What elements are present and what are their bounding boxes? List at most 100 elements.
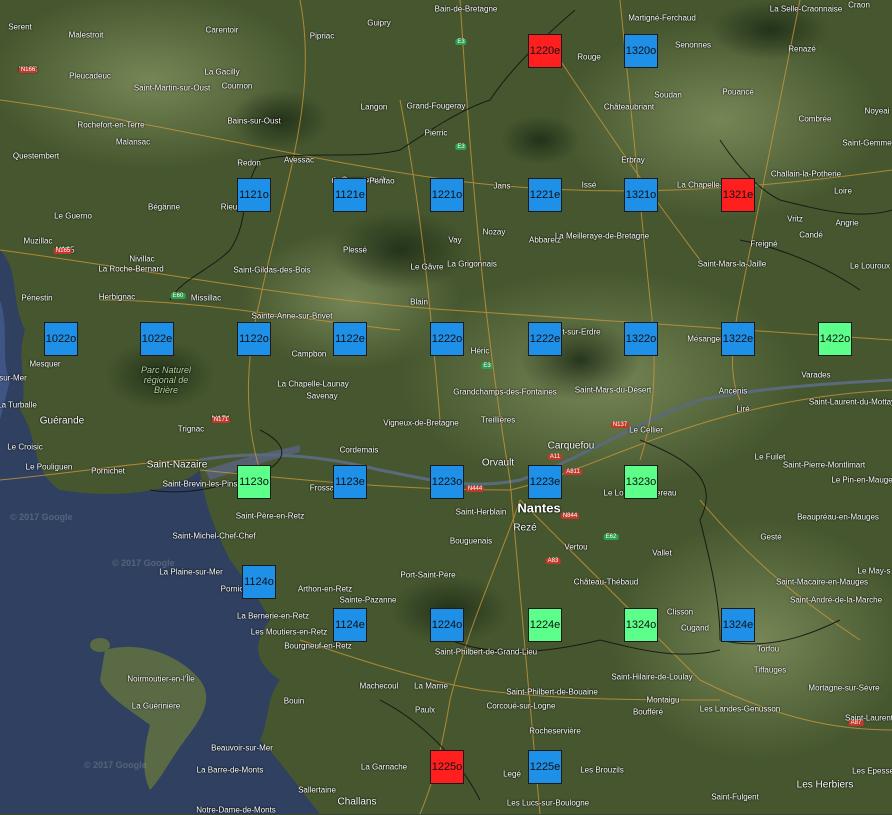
place-label: Vritz: [787, 214, 803, 224]
grid-marker-label: 1123e: [335, 476, 365, 488]
place-label: Treillières: [480, 415, 516, 425]
grid-marker-label: 1122e: [335, 333, 365, 345]
grid-marker-1022o[interactable]: 1022o: [44, 322, 78, 356]
place-label: Bégänne: [147, 202, 181, 212]
place-label: Carentoir: [205, 25, 239, 35]
grid-marker-1222o[interactable]: 1222o: [430, 322, 464, 356]
place-label: Saint-Hilaire-de-Loulay: [611, 672, 693, 682]
road-shield: A83: [545, 558, 561, 564]
grid-marker-1124e[interactable]: 1124e: [333, 608, 367, 642]
grid-marker-1225e[interactable]: 1225e: [528, 750, 562, 784]
place-label: Noyeai: [864, 106, 890, 116]
place-label: Nivillac: [129, 254, 155, 264]
grid-marker-1121e[interactable]: 1121e: [333, 178, 367, 212]
place-label: Sainte-Pazanne: [339, 595, 397, 605]
place-label: Le Louroux: [849, 261, 891, 271]
place-label: Questembert: [12, 151, 60, 161]
place-label: Bouguenais: [449, 536, 493, 546]
place-label: Rezé: [513, 522, 537, 534]
grid-marker-1321e[interactable]: 1321e: [721, 178, 755, 212]
grid-marker-1323o[interactable]: 1323o: [624, 465, 658, 499]
grid-marker-1121o[interactable]: 1121o: [237, 178, 271, 212]
place-label: Le May-s: [857, 566, 891, 576]
grid-marker-label: 1324o: [625, 619, 657, 631]
place-label: Senonnes: [674, 40, 712, 50]
place-label: Loire: [834, 186, 852, 196]
grid-marker-label: 1123o: [239, 476, 269, 488]
grid-marker-1324o[interactable]: 1324o: [624, 608, 658, 642]
place-label: Craon: [848, 0, 870, 10]
place-label: Les Moutiers-en-Retz: [250, 627, 328, 637]
grid-marker-1224o[interactable]: 1224o: [430, 608, 464, 642]
place-label: Missillac: [190, 293, 222, 303]
place-label: Notre-Dame-de-Monts: [196, 805, 276, 815]
place-label: Grandchamps-des-Fontaines: [453, 387, 557, 397]
grid-marker-1224e[interactable]: 1224e: [528, 608, 562, 642]
road-shield: N137: [610, 422, 630, 428]
grid-marker-1322e[interactable]: 1322e: [721, 322, 755, 356]
place-label: Beauvoir-sur-Mer: [211, 743, 273, 753]
place-label: Machecoul: [359, 681, 399, 691]
place-label: Saint-André-de-la-Marche: [789, 595, 883, 605]
grid-marker-1223o[interactable]: 1223o: [430, 465, 464, 499]
place-label: Cordemais: [339, 445, 379, 455]
place-label: Clisson: [666, 607, 694, 617]
place-label: Le Fuilet: [754, 452, 786, 462]
road-shield: E3: [455, 144, 467, 150]
place-label: Orvault: [481, 457, 515, 469]
grid-marker-label: 1321o: [625, 189, 657, 201]
grid-marker-1322o[interactable]: 1322o: [624, 322, 658, 356]
place-label: Avessac: [283, 155, 315, 165]
grid-marker-label: 1322o: [625, 333, 657, 345]
place-label: Malestroit: [68, 30, 104, 40]
grid-marker-1124o[interactable]: 1124o: [242, 565, 276, 599]
grid-marker-1123o[interactable]: 1123o: [237, 465, 271, 499]
grid-marker-1223e[interactable]: 1223e: [528, 465, 562, 499]
place-label: La Barre-de-Monts: [196, 765, 264, 775]
place-label: La Roche-Bernard: [98, 264, 164, 274]
place-label: Malansac: [115, 137, 151, 147]
place-label: La Chapelle-Launay: [277, 379, 349, 389]
grid-marker-1122o[interactable]: 1122o: [237, 322, 271, 356]
grid-marker-1022e[interactable]: 1022e: [140, 322, 174, 356]
place-label: Legé: [503, 769, 521, 779]
grid-marker-label: 1022o: [45, 333, 77, 345]
place-label: Angrie: [835, 218, 859, 228]
grid-marker-label: 1225e: [529, 761, 561, 773]
place-label: Vertou: [564, 542, 588, 552]
place-label: Mortagne-sur-Sèvre: [808, 683, 880, 693]
place-label: Saint-Martin-sur-Oust: [133, 83, 211, 93]
grid-marker-1222e[interactable]: 1222e: [528, 322, 562, 356]
grid-marker-1422o[interactable]: 1422o: [818, 322, 852, 356]
grid-marker-1221o[interactable]: 1221o: [430, 178, 464, 212]
place-label: Bain-de-Bretagne: [434, 4, 498, 14]
place-label: Challans: [337, 796, 377, 808]
place-label: Noirmoutier-en-l'Île: [127, 674, 195, 684]
place-label: La Turballe: [0, 400, 37, 410]
place-label: Erbray: [621, 155, 645, 165]
place-label: Carquefou: [547, 440, 595, 452]
place-label: Tiffauges: [753, 665, 787, 675]
grid-marker-label: 1324e: [722, 619, 754, 631]
place-label: Le Pouliguen: [25, 462, 73, 472]
place-label: Beaupréau-en-Mauges: [797, 512, 879, 522]
place-label: Mésanger: [687, 334, 723, 344]
place-label: Saint-Gildas-des-Bois: [233, 265, 311, 275]
grid-marker-1122e[interactable]: 1122e: [333, 322, 367, 356]
place-label: La Guérinière: [131, 701, 181, 711]
grid-marker-1321o[interactable]: 1321o: [624, 178, 658, 212]
grid-marker-1220e[interactable]: 1220e: [528, 34, 562, 68]
grid-marker-1324e[interactable]: 1324e: [721, 608, 755, 642]
place-label: Combrée: [798, 114, 832, 124]
place-label: Saint-Philbert-de-Bouaine: [506, 687, 598, 697]
grid-marker-1221e[interactable]: 1221e: [528, 178, 562, 212]
grid-marker-1225o[interactable]: 1225o: [430, 750, 464, 784]
grid-marker-1123e[interactable]: 1123e: [333, 465, 367, 499]
road-shield: E3: [481, 363, 493, 369]
grid-marker-label: 1222o: [431, 333, 463, 345]
place-label: Le Guerno: [54, 211, 92, 221]
grid-marker-1320o[interactable]: 1320o: [624, 34, 658, 68]
place-label: Saint-Mars-la-Jaille: [697, 259, 767, 269]
place-label: Château-Thébaud: [573, 577, 639, 587]
place-label: Sainte-Anne-sur-Brivet: [251, 311, 333, 321]
